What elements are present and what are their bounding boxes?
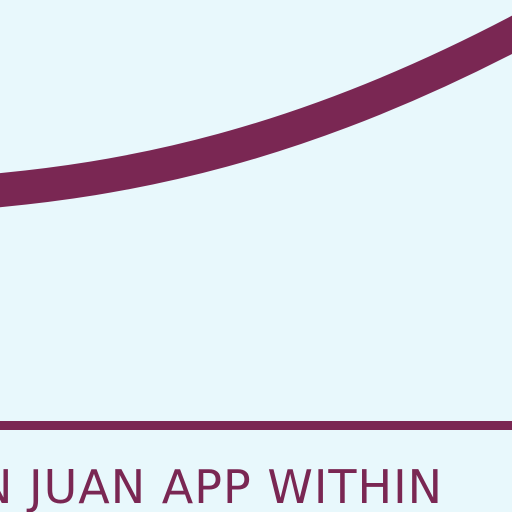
swoosh-graphic (0, 15, 512, 430)
swoosh-arc (0, 15, 512, 208)
logo-graphic: N JUAN APP WITHIN (0, 0, 512, 512)
caption-text: N JUAN APP WITHIN (0, 450, 512, 512)
underline-bar (0, 421, 512, 430)
caption-label: N JUAN APP WITHIN (0, 460, 444, 512)
